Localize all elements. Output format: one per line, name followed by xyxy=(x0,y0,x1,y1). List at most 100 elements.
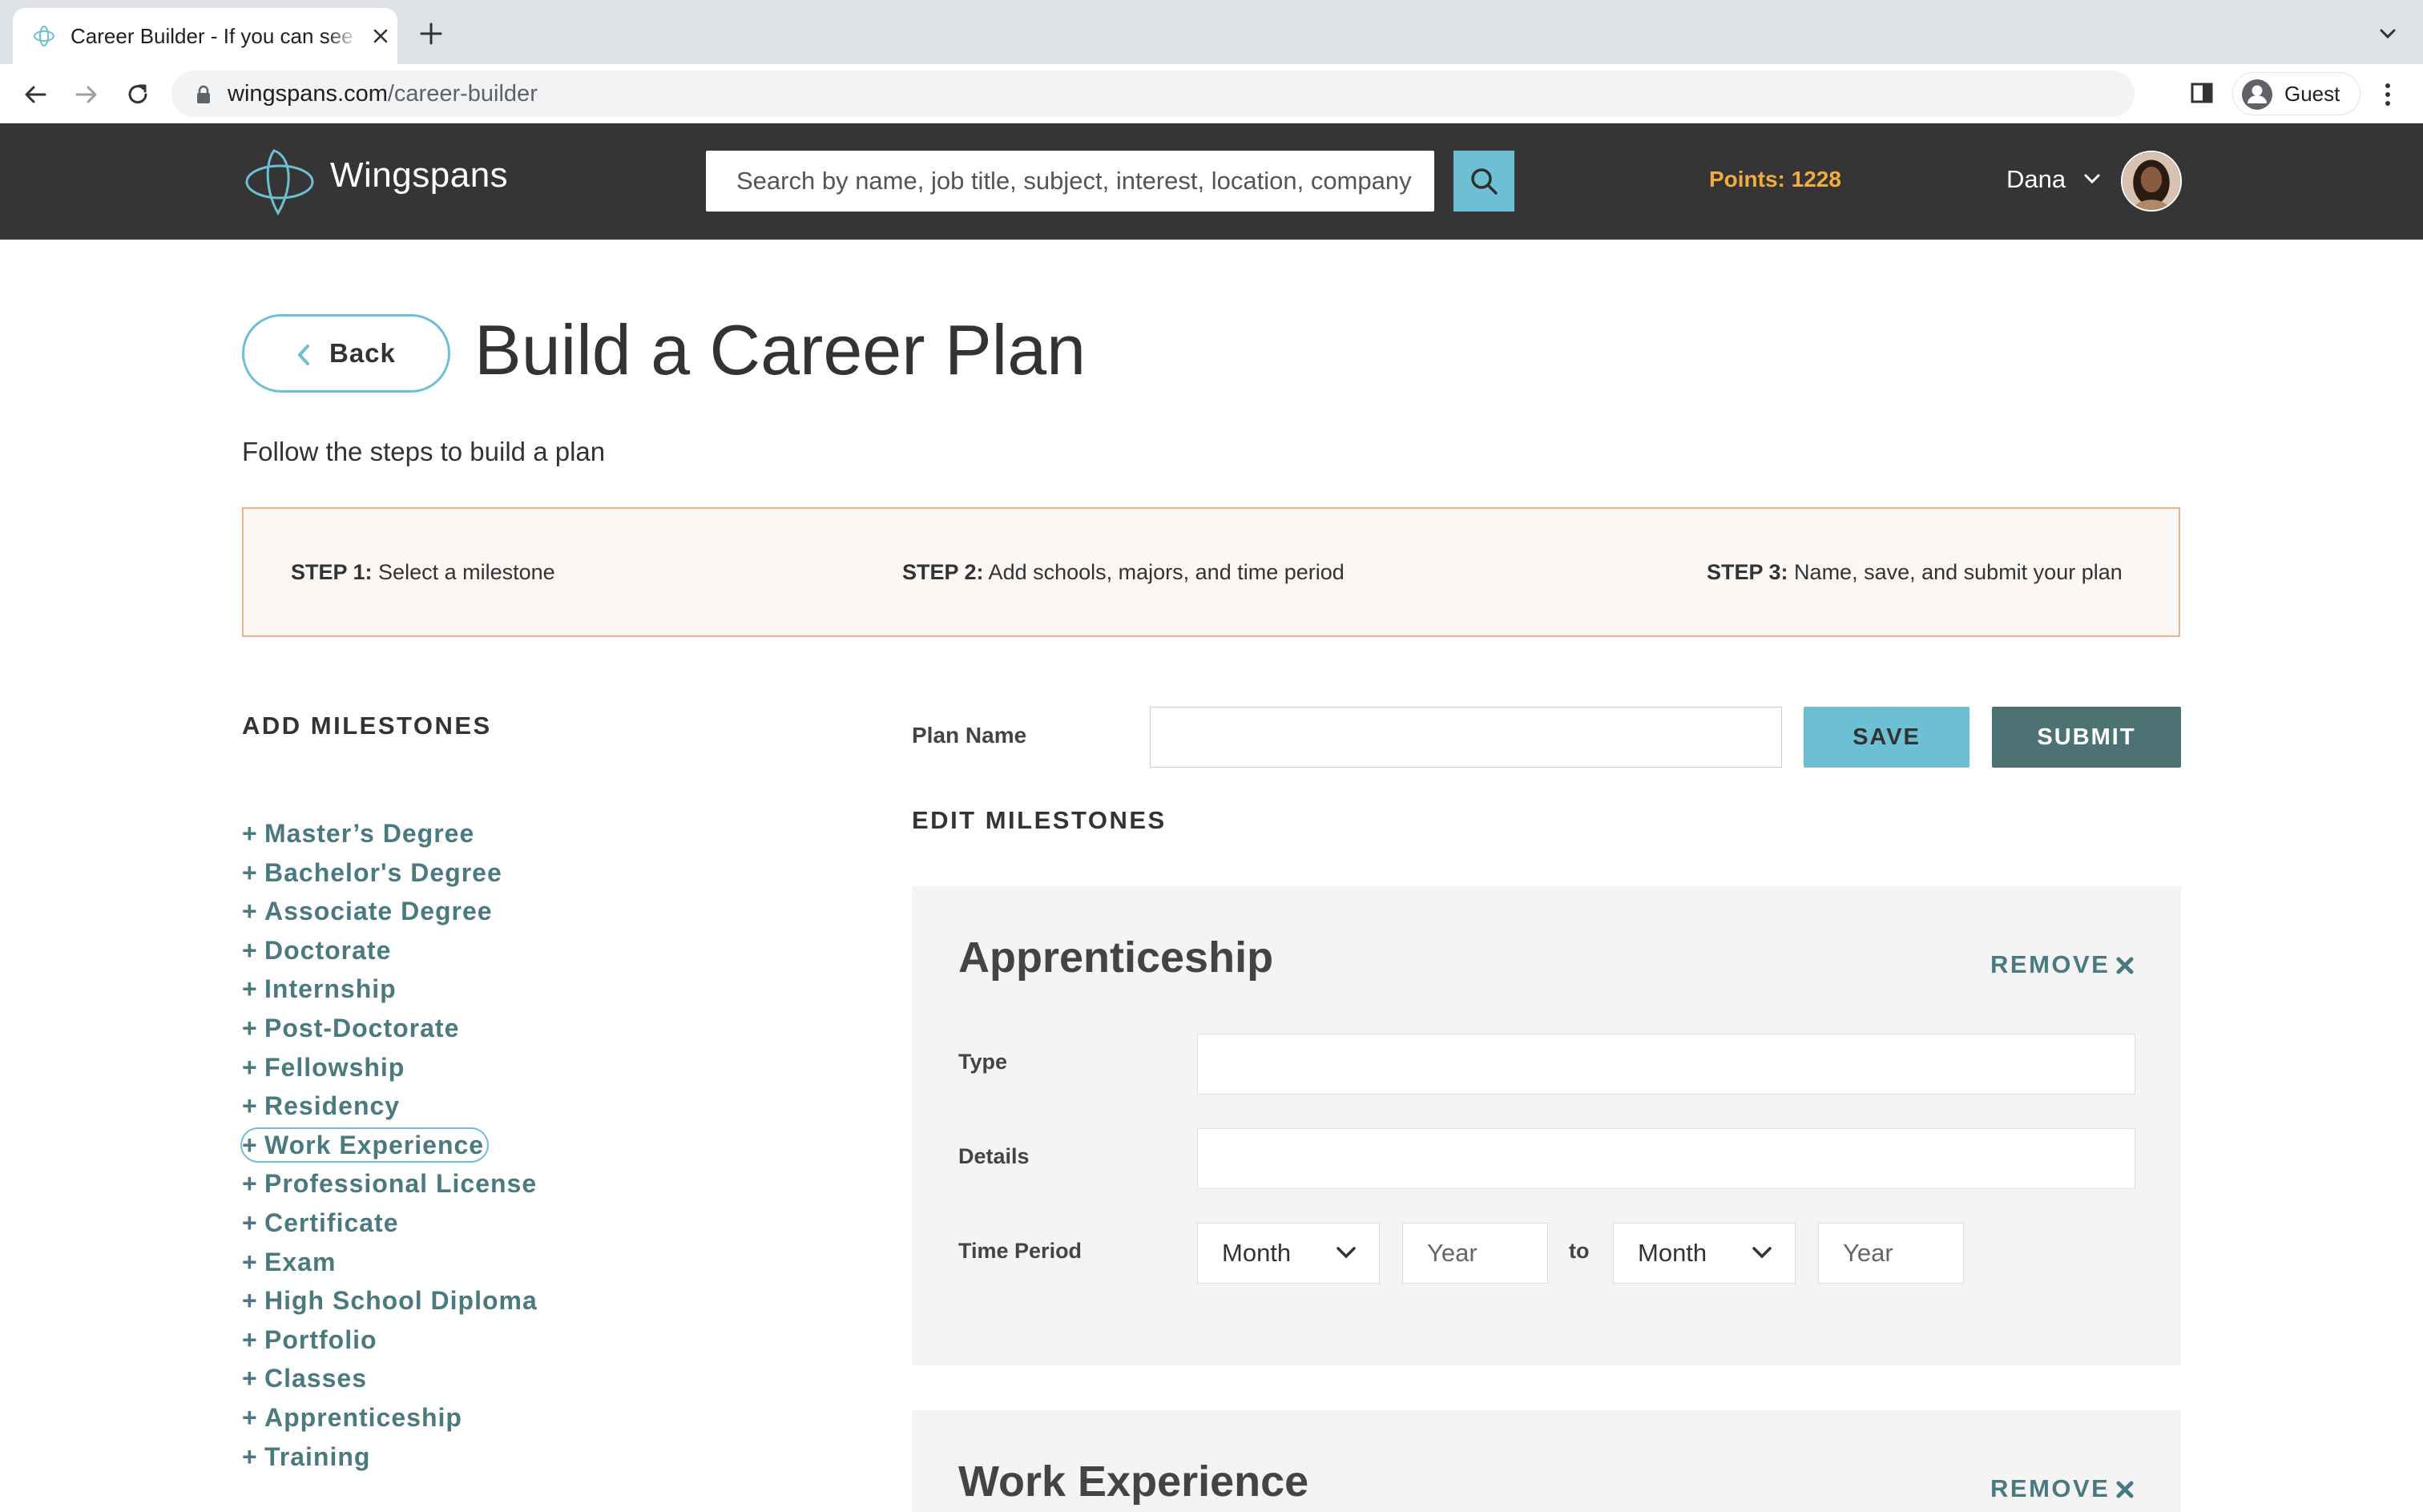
reload-icon[interactable] xyxy=(122,79,154,111)
add-milestone-professional-license[interactable]: + Professional License xyxy=(242,1166,538,1205)
step-3-text: Name, save, and submit your plan xyxy=(1788,560,2123,584)
plan-name-label: Plan Name xyxy=(912,723,1027,748)
end-month-select[interactable]: Month xyxy=(1613,1223,1796,1284)
add-milestone-internship[interactable]: + Internship xyxy=(242,971,538,1010)
new-tab-icon[interactable] xyxy=(418,21,444,46)
forward-arrow-icon[interactable] xyxy=(71,79,103,111)
add-milestones-heading: ADD MILESTONES xyxy=(242,712,492,740)
brand-name[interactable]: Wingspans xyxy=(330,155,508,196)
type-input[interactable] xyxy=(1197,1034,2135,1095)
remove-label: REMOVE xyxy=(1990,950,2111,978)
close-tab-icon[interactable] xyxy=(369,24,393,48)
time-period-label: Time Period xyxy=(958,1239,1082,1263)
search-input[interactable] xyxy=(706,151,1454,212)
milestone-card-apprenticeship: Apprenticeship REMOVE Type Details Time … xyxy=(912,886,2181,1365)
side-panel-icon[interactable] xyxy=(2189,80,2215,106)
plus-icon: + xyxy=(242,1441,258,1471)
add-milestone-training[interactable]: + Training xyxy=(242,1439,538,1478)
remove-milestone-button[interactable]: REMOVE xyxy=(1990,949,2134,981)
start-month-select[interactable]: Month xyxy=(1197,1223,1380,1284)
add-milestone-portfolio[interactable]: + Portfolio xyxy=(242,1322,538,1361)
type-label: Type xyxy=(958,1050,1008,1074)
back-label: Back xyxy=(329,338,396,368)
back-arrow-icon[interactable] xyxy=(19,79,51,111)
lock-icon[interactable] xyxy=(196,85,212,104)
save-button[interactable]: SAVE xyxy=(1804,707,1969,768)
milestone-label: Certificate xyxy=(264,1208,399,1237)
add-milestone-apprenticeship[interactable]: + Apprenticeship xyxy=(242,1400,538,1439)
milestone-label: Professional License xyxy=(264,1169,538,1199)
chevron-down-icon[interactable] xyxy=(2083,173,2101,186)
details-input[interactable] xyxy=(1197,1128,2135,1189)
add-milestone-residency[interactable]: + Residency xyxy=(242,1088,538,1127)
chevron-left-icon xyxy=(298,345,309,365)
plan-name-input[interactable] xyxy=(1150,707,1782,768)
wingspans-favicon-icon xyxy=(34,26,54,46)
milestone-card-title: Work Experience xyxy=(958,1458,1309,1506)
milestone-card-work-experience: Work Experience REMOVE xyxy=(912,1410,2181,1512)
milestone-label: Associate Degree xyxy=(264,897,493,926)
plus-icon: + xyxy=(242,897,258,926)
close-icon xyxy=(2116,1481,2134,1498)
back-button[interactable]: Back xyxy=(242,314,450,393)
plus-icon: + xyxy=(242,1013,258,1042)
browser-tab[interactable]: Career Builder - If you can see xyxy=(13,8,397,64)
step-1-label: STEP 1: xyxy=(291,560,373,584)
plus-icon: + xyxy=(242,935,258,965)
browser-toolbar: wingspans.com/career-builder Guest xyxy=(0,64,2423,123)
milestone-label: Post-Doctorate xyxy=(264,1013,460,1042)
step-2-text: Add schools, majors, and time period xyxy=(983,560,1345,584)
plus-icon: + xyxy=(242,1091,258,1121)
page-subtitle: Follow the steps to build a plan xyxy=(242,437,606,466)
add-milestone-classes[interactable]: + Classes xyxy=(242,1361,538,1400)
end-month-value: Month xyxy=(1638,1239,1707,1267)
add-milestone-certificate[interactable]: + Certificate xyxy=(242,1205,538,1244)
tab-title: Career Builder - If you can see xyxy=(71,8,359,64)
add-milestone-post-doctorate[interactable]: + Post-Doctorate xyxy=(242,1010,538,1050)
add-milestone-doctorate[interactable]: + Doctorate xyxy=(242,933,538,972)
add-milestone-masters-degree[interactable]: + Master’s Degree xyxy=(242,816,538,855)
address-bar[interactable]: wingspans.com/career-builder xyxy=(171,71,2309,117)
plus-icon: + xyxy=(242,1130,258,1159)
plus-icon: + xyxy=(242,1247,258,1276)
step-2-label: STEP 2: xyxy=(902,560,984,584)
browser-tabstrip: Career Builder - If you can see xyxy=(0,0,2423,64)
step-1-text: Select a milestone xyxy=(372,560,555,584)
add-milestone-fellowship[interactable]: + Fellowship xyxy=(242,1050,538,1089)
add-milestone-work-experience[interactable]: + Work Experience xyxy=(240,1127,538,1167)
submit-button[interactable]: SUBMIT xyxy=(1992,707,2181,768)
tab-search-chevron-icon[interactable] xyxy=(2375,24,2401,43)
milestone-label: Exam xyxy=(264,1247,337,1276)
url-path: /career-builder xyxy=(387,81,538,107)
milestone-label: High School Diploma xyxy=(264,1286,538,1316)
steps-banner: STEP 1: Select a milestone STEP 2: Add s… xyxy=(242,507,2180,637)
plus-icon: + xyxy=(242,1364,258,1393)
end-year-input[interactable] xyxy=(1818,1223,1964,1284)
url-domain: wingspans.com xyxy=(228,81,388,107)
browser-menu-icon[interactable] xyxy=(2378,79,2397,111)
add-milestone-exam[interactable]: + Exam xyxy=(242,1244,538,1284)
to-label: to xyxy=(1569,1239,1590,1263)
add-milestone-associate-degree[interactable]: + Associate Degree xyxy=(242,893,538,933)
milestone-label: Training xyxy=(264,1441,371,1471)
remove-milestone-button[interactable]: REMOVE xyxy=(1990,1473,2134,1505)
milestone-label: Work Experience xyxy=(264,1130,485,1159)
search-button[interactable] xyxy=(1453,151,1514,212)
start-year-input[interactable] xyxy=(1402,1223,1548,1284)
close-icon xyxy=(2116,957,2134,974)
profile-button[interactable]: Guest xyxy=(2232,72,2361,115)
avatar[interactable] xyxy=(2121,151,2182,212)
milestone-label: Residency xyxy=(264,1091,401,1121)
start-month-value: Month xyxy=(1222,1239,1292,1267)
profile-label: Guest xyxy=(2284,82,2340,106)
user-menu-name[interactable]: Dana xyxy=(2006,165,2066,194)
points-counter: Points: 1228 xyxy=(1709,167,1841,192)
add-milestone-bachelors-degree[interactable]: + Bachelor's Degree xyxy=(242,855,538,894)
milestone-label: Apprenticeship xyxy=(264,1402,462,1432)
chevron-down-icon xyxy=(1752,1247,1772,1259)
step-3-label: STEP 3: xyxy=(1707,560,1788,584)
wingspans-logo-icon[interactable] xyxy=(242,144,317,220)
plus-icon: + xyxy=(242,974,258,1004)
search-icon xyxy=(1471,168,1498,195)
add-milestone-high-school-diploma[interactable]: + High School Diploma xyxy=(242,1283,538,1322)
